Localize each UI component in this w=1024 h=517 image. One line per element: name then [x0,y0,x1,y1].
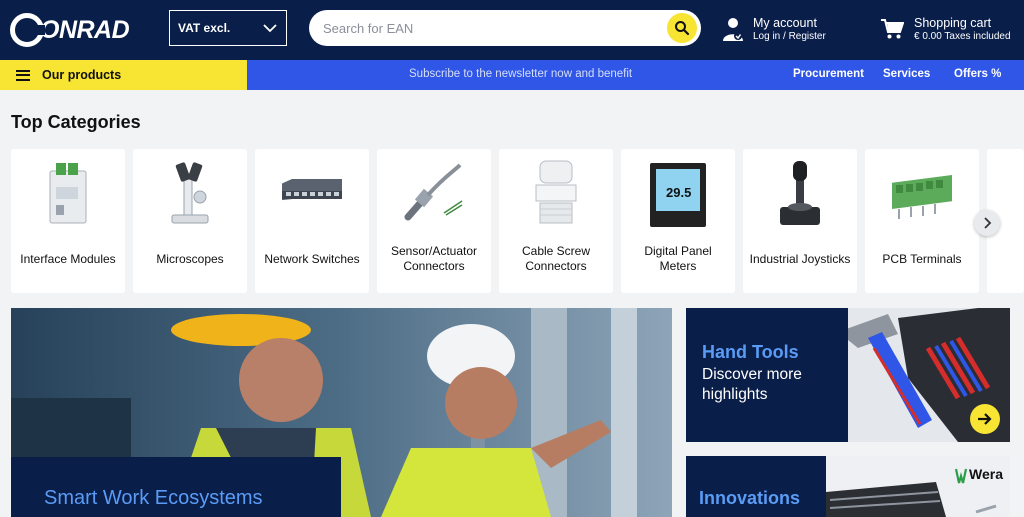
joystick-icon [780,161,820,225]
panel-meter-reading: 29.5 [666,185,691,200]
account-subtitle: Log in / Register [753,31,826,42]
cable-gland-icon [535,160,577,224]
logo-c-mark [10,13,45,47]
pcb-terminal-icon [892,175,952,219]
main-navigation: Our products Subscribe to the newsletter… [0,60,1024,90]
conrad-logo[interactable]: ONRAD [10,11,142,49]
top-header: ONRAD VAT excl. My account Log in / Regi… [0,0,1024,60]
search-button[interactable] [667,13,697,43]
category-carousel: Interface Modules Microscopes Network Sw… [11,149,1024,293]
logo-text: ONRAD [40,15,130,44]
shopping-cart-link[interactable]: Shopping cart € 0.00 Taxes included [880,14,1020,48]
panel-meter-icon: 29.5 [650,163,706,227]
wera-logo: Wera [955,466,1007,488]
our-products-label: Our products [42,68,122,82]
vat-selector-label: VAT excl. [178,21,231,35]
search-icon [675,21,690,36]
wera-mark-icon [955,468,967,484]
search-input[interactable] [323,18,653,38]
nav-link-services[interactable]: Services [883,68,930,80]
user-icon [723,18,743,41]
category-label: Network Switches [264,251,360,266]
category-label: Industrial Joysticks [749,251,851,266]
category-card[interactable]: PCB Terminals [865,149,979,293]
chevron-down-icon [263,24,277,33]
category-card[interactable]: Network Switches [255,149,369,293]
sensor-connector-icon [404,163,463,221]
hero-title: Smart Work Ecosystems [44,487,263,509]
promo-arrow-button[interactable] [970,404,1000,434]
category-label: Sensor/Actuator Connectors [390,244,478,273]
nav-link-procurement[interactable]: Procurement [793,68,864,80]
microscope-icon [171,162,209,224]
hero-banner[interactable]: Smart Work Ecosystems [11,308,672,517]
search-bar [309,10,701,46]
cart-total: € 0.00 Taxes included [914,31,1011,42]
category-card[interactable]: Industrial Joysticks [743,149,857,293]
category-card[interactable]: Microscopes [133,149,247,293]
cart-title: Shopping cart [914,16,992,30]
category-label: PCB Terminals [882,251,962,266]
newsletter-link[interactable]: Subscribe to the newsletter now and bene… [409,68,632,80]
category-card[interactable]: Interface Modules [11,149,125,293]
category-card[interactable]: 29.5 Digital Panel Meters [621,149,735,293]
vat-selector[interactable]: VAT excl. [169,10,287,46]
cart-icon [881,19,904,39]
arrow-right-icon [978,413,992,425]
interface-module-icon [49,163,87,224]
promo-title: Innovations [699,488,801,508]
network-switch-icon [282,179,342,201]
category-label: Digital Panel Meters [644,244,712,273]
nav-link-offers[interactable]: Offers % [954,68,1001,80]
chevron-right-icon [984,217,992,229]
account-title: My account [753,16,817,30]
hand-tools-banner[interactable]: Hand Tools Discover more highlights [686,308,1010,442]
promo-title: Hand Tools [702,342,799,362]
category-label: Microscopes [156,251,224,266]
section-title: Top Categories [11,112,141,132]
category-card[interactable]: Cable Screw Connectors [499,149,613,293]
our-products-button[interactable]: Our products [0,60,247,90]
account-link[interactable]: My account Log in / Register [722,14,832,48]
category-label: Interface Modules [20,251,116,266]
carousel-next-button[interactable] [974,210,1000,236]
category-card[interactable]: Sensor/Actuator Connectors [377,149,491,293]
menu-icon [16,69,30,81]
promo-text: Discover more highlights [702,366,802,403]
category-label: Cable Screw Connectors [521,244,591,273]
wera-brand: Wera [969,466,1003,482]
hero-caption: Smart Work Ecosystems [11,457,341,517]
